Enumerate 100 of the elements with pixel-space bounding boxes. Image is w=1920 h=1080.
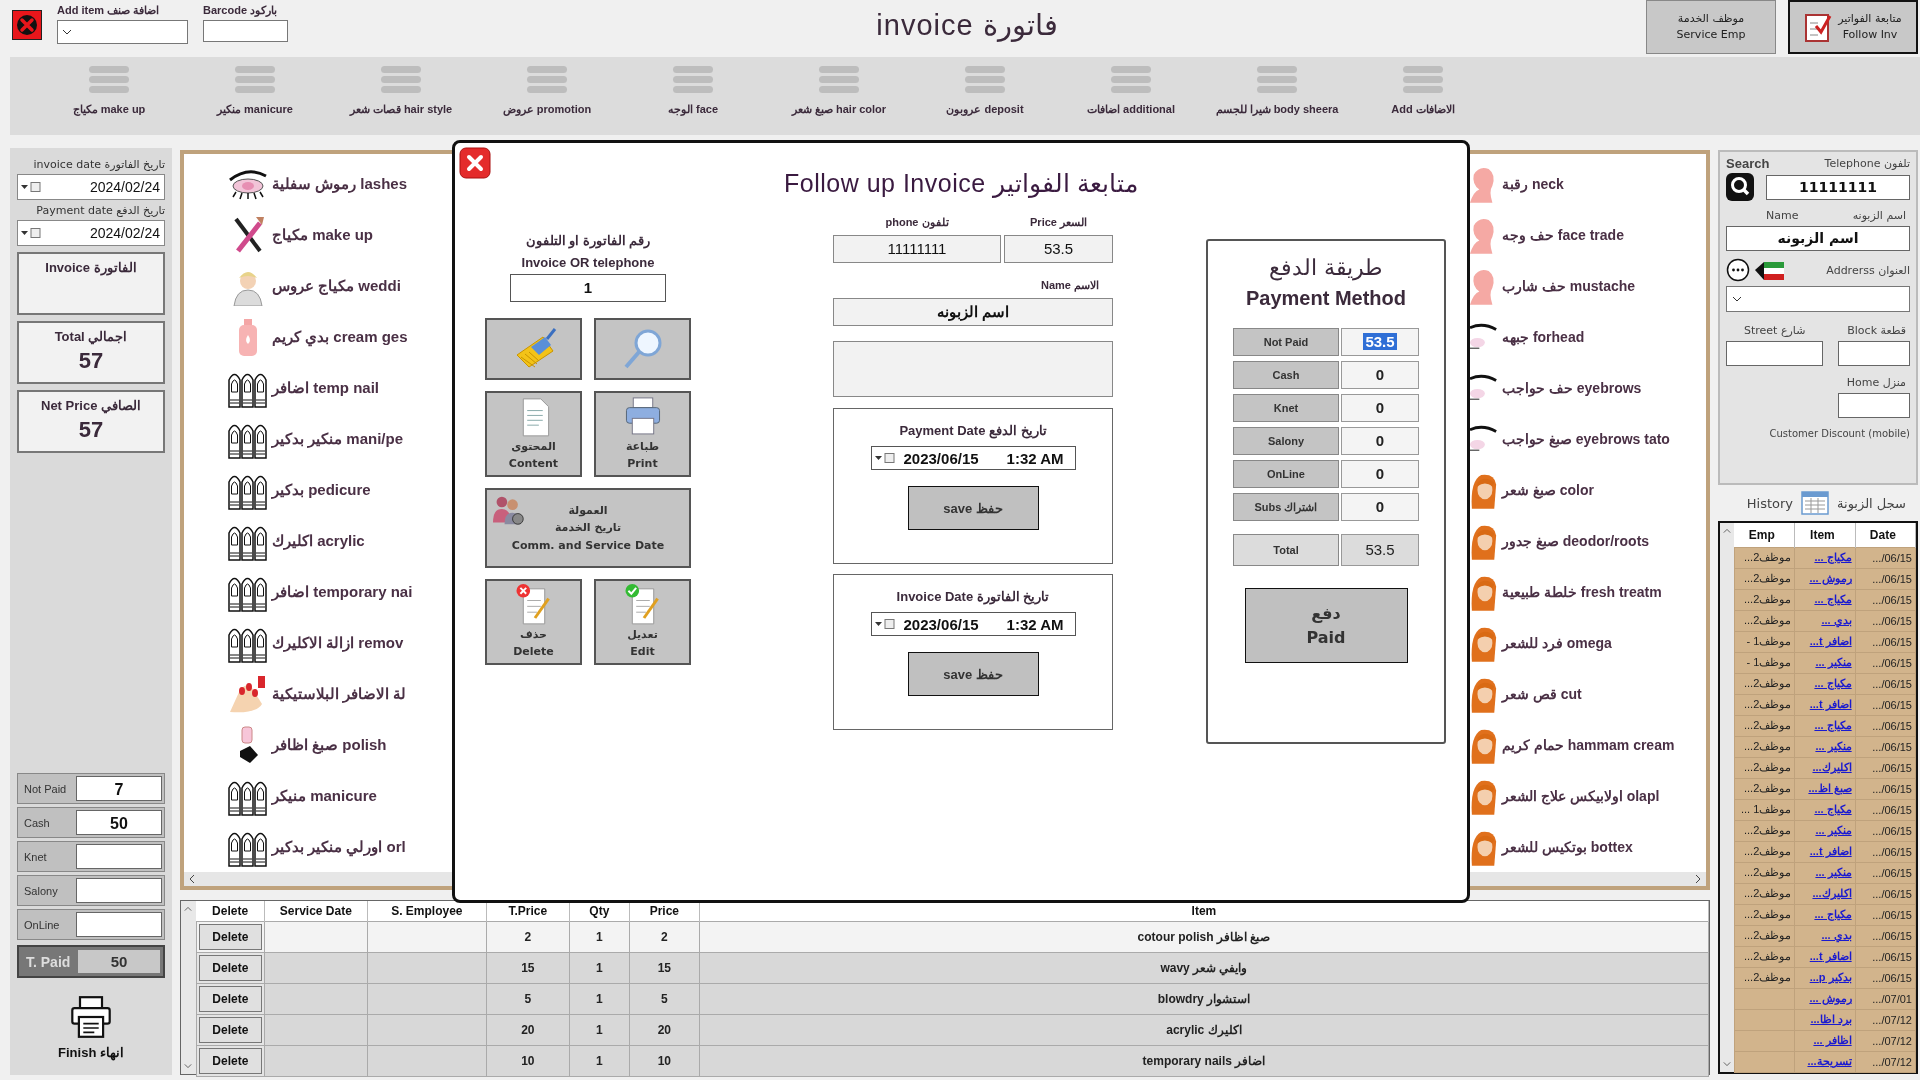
invoice-date-field[interactable]: 2024/02/24: [17, 174, 165, 200]
delete-button[interactable]: Delete: [198, 954, 262, 981]
scroll-down-icon[interactable]: [184, 1061, 193, 1071]
service-item[interactable]: بدي كريم cream ges: [272, 327, 408, 346]
date-time-field[interactable]: 2023/06/15 1:32 AM: [870, 612, 1076, 636]
close-icon[interactable]: [459, 147, 491, 179]
date-picker-icon[interactable]: [873, 452, 896, 464]
service-item[interactable]: خلطة طبيعية fresh treatm: [1502, 583, 1662, 600]
clear-button[interactable]: [485, 318, 582, 380]
scroll-up-icon[interactable]: [184, 904, 193, 914]
finish-button[interactable]: Finish انهاء: [52, 994, 130, 1061]
chevron-icon[interactable]: [62, 29, 72, 35]
payment-label: Not Paid: [23, 782, 68, 795]
amount-field[interactable]: [76, 912, 162, 937]
amount-field[interactable]: [76, 844, 162, 869]
category-label[interactable]: قصات شعر hair style: [349, 103, 453, 116]
amount-field[interactable]: 0: [1341, 460, 1419, 488]
service-item[interactable]: حمام كريم hammam cream: [1502, 736, 1675, 753]
table-icon[interactable]: [1801, 491, 1830, 515]
table-cell: موظف2...: [1734, 547, 1795, 568]
date-picker-icon[interactable]: [873, 618, 896, 630]
service-item[interactable]: جبهه forhead: [1502, 328, 1585, 345]
street-field[interactable]: [1726, 341, 1823, 366]
invoice-number-field[interactable]: 1: [510, 274, 666, 302]
amount-field[interactable]: 0: [1341, 493, 1419, 521]
service-item[interactable]: بدكير pedicure: [272, 480, 371, 499]
search-icon[interactable]: [1726, 173, 1754, 201]
notes-field[interactable]: [833, 341, 1113, 397]
block-field[interactable]: [1838, 341, 1910, 366]
category-label[interactable]: شيرا للجسم body sheera: [1215, 103, 1339, 116]
scroll-down-icon[interactable]: [1722, 1059, 1731, 1069]
payment-date-field[interactable]: 2024/02/24: [17, 220, 165, 246]
service-item[interactable]: فرد للشعر omega: [1502, 634, 1612, 651]
service-item[interactable]: مكياج make up: [272, 225, 374, 244]
delete-button[interactable]: Delete: [198, 1047, 262, 1074]
telephone-field[interactable]: 11111111: [1766, 174, 1910, 200]
category-label[interactable]: عروض promotion: [502, 103, 592, 116]
service-item[interactable]: بوتكيس للشعر bottex: [1502, 838, 1633, 855]
search-button[interactable]: [594, 318, 691, 380]
price-field[interactable]: 53.5: [1004, 235, 1113, 263]
category-label[interactable]: Add الاضافات: [1391, 103, 1455, 116]
vertical-scrollbar[interactable]: [1720, 523, 1734, 1072]
service-item[interactable]: صبغ اظافر polish: [272, 735, 387, 754]
delete-button[interactable]: Delete: [198, 923, 262, 950]
amount-field[interactable]: 0: [1341, 361, 1419, 389]
service-item[interactable]: منكير بدكير mani/pe: [272, 429, 404, 448]
service-item[interactable]: رموش سفلية lashes: [272, 174, 408, 193]
name-field[interactable]: اسم الزبونه: [1726, 226, 1910, 251]
service-item[interactable]: صبغ حواجب eyebrows tato: [1502, 430, 1670, 447]
service-item[interactable]: حف حواجب eyebrows: [1502, 379, 1642, 396]
barcode-field[interactable]: [203, 20, 288, 42]
date-picker-icon[interactable]: [20, 181, 42, 193]
amount-field[interactable]: 53.5: [1341, 328, 1419, 356]
service-item[interactable]: صبغ شعر color: [1502, 481, 1594, 498]
save-button[interactable]: save حفظ: [907, 486, 1039, 530]
table-cell: 1: [569, 1045, 630, 1076]
category-label[interactable]: صبغ شعر hair color: [791, 103, 887, 116]
service-item[interactable]: رقبة neck: [1502, 175, 1564, 192]
phone-field[interactable]: 11111111: [833, 235, 1001, 263]
more-icon[interactable]: [1726, 258, 1750, 282]
amount-field[interactable]: 50: [76, 810, 162, 835]
amount-field[interactable]: 0: [1341, 394, 1419, 422]
service-item[interactable]: مكياج عروس weddi: [272, 276, 401, 295]
service-item[interactable]: اكليرك acrylic: [272, 531, 365, 550]
home-field[interactable]: [1838, 393, 1910, 418]
category-label[interactable]: عروبون deposit: [946, 103, 1024, 116]
close-icon[interactable]: [12, 10, 42, 40]
service-item[interactable]: اولابيكس علاج الشعر olapl: [1502, 787, 1660, 804]
delete-button[interactable]: Delete: [198, 1016, 262, 1043]
service-item[interactable]: لة الاضافر البلاستيكية: [272, 684, 407, 703]
service-item[interactable]: قص شعر cut: [1502, 685, 1582, 702]
amount-field[interactable]: 0: [1341, 427, 1419, 455]
service-item[interactable]: حف شارب mustache: [1502, 277, 1636, 294]
category-label[interactable]: منكير manicure: [217, 103, 293, 116]
service-item[interactable]: ازالة الاكليرك remov: [272, 633, 404, 652]
service-item[interactable]: منيكر manicure: [272, 786, 377, 805]
category-label[interactable]: مكياج make up: [72, 103, 146, 116]
category-label[interactable]: اضافات additional: [1087, 103, 1175, 116]
service-item[interactable]: اورلي منكير بدكير orl: [272, 837, 406, 856]
name-field[interactable]: اسم الزبونه: [833, 298, 1113, 326]
service-item[interactable]: اضافر temp nail: [272, 378, 379, 397]
save-button[interactable]: save حفظ: [907, 652, 1039, 696]
amount-field[interactable]: [76, 878, 162, 903]
payment-label: Knet: [23, 850, 48, 863]
chevron-icon[interactable]: [1732, 296, 1742, 302]
service-item[interactable]: اضافر temporary nai: [272, 582, 413, 601]
service-item[interactable]: صبغ جدور deodor/roots: [1502, 532, 1650, 549]
service-item[interactable]: حف وجه face trade: [1502, 226, 1624, 243]
scroll-left-icon[interactable]: [188, 874, 196, 884]
total-label: Total اجمالي: [54, 329, 128, 344]
scroll-right-icon[interactable]: [1694, 874, 1702, 884]
scroll-up-icon[interactable]: [1722, 526, 1731, 536]
amount-field[interactable]: 7: [76, 776, 162, 801]
date-time-field[interactable]: 2023/06/15 1:32 AM: [870, 446, 1076, 470]
address-dropdown[interactable]: [1726, 286, 1910, 312]
add-item-dropdown[interactable]: [57, 20, 188, 44]
vertical-scrollbar[interactable]: [181, 901, 196, 1074]
date-picker-icon[interactable]: [20, 227, 42, 239]
delete-button[interactable]: Delete: [198, 985, 262, 1012]
category-label[interactable]: الوجه face: [667, 103, 719, 116]
